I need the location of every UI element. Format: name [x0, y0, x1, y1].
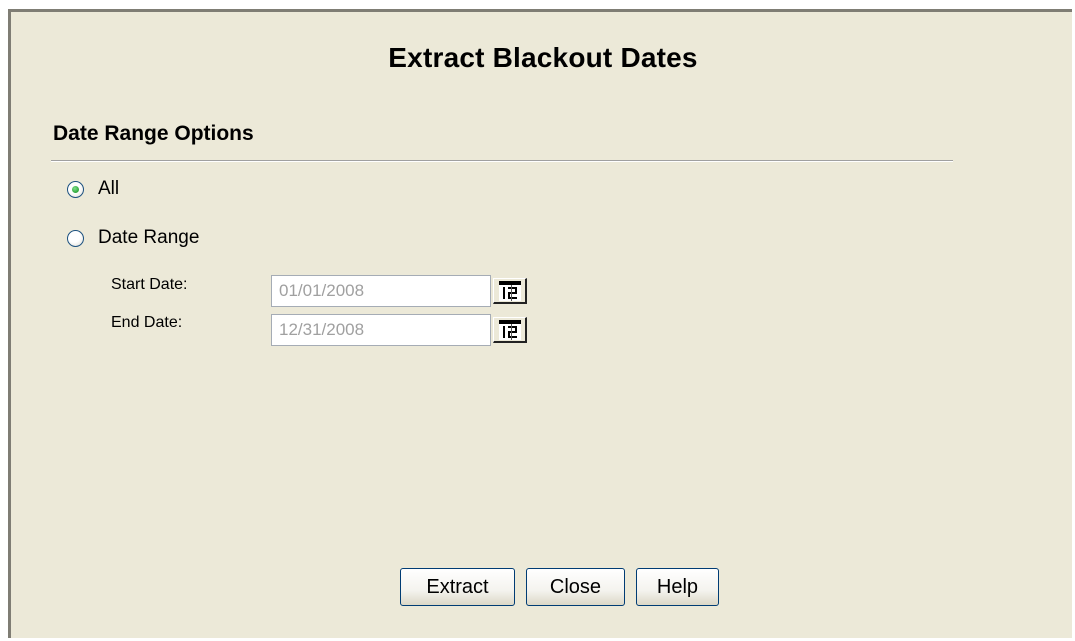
radio-option-all[interactable]: All [67, 178, 119, 200]
radio-label-date-range: Date Range [98, 227, 200, 248]
end-date-label: End Date: [111, 314, 183, 331]
radio-label-all: All [98, 178, 120, 199]
radio-button-date-range[interactable] [67, 229, 84, 247]
radio-button-all[interactable] [67, 180, 84, 198]
start-date-calendar-button[interactable] [493, 278, 527, 304]
end-date-calendar-button[interactable] [493, 317, 527, 343]
end-date-input[interactable]: 12/31/2008 [271, 314, 491, 346]
radio-option-date-range[interactable]: Date Range [67, 227, 199, 249]
dialog-buttons: Extract Close Help [400, 568, 719, 606]
start-date-input[interactable]: 01/01/2008 [271, 275, 491, 307]
start-date-label: Start Date: [111, 276, 188, 293]
date-range-options-heading: Date Range Options [53, 122, 254, 145]
radio-selected-dot [72, 185, 79, 193]
help-button[interactable]: Help [636, 568, 719, 606]
dialog-title: Extract Blackout Dates [388, 42, 698, 73]
close-button[interactable]: Close [526, 568, 625, 606]
calendar-icon [499, 320, 521, 340]
extract-blackout-dates-dialog: Extract Blackout Dates Date Range Option… [8, 9, 1072, 638]
extract-button[interactable]: Extract [400, 568, 515, 606]
section-divider [51, 160, 953, 162]
calendar-icon [499, 281, 521, 301]
